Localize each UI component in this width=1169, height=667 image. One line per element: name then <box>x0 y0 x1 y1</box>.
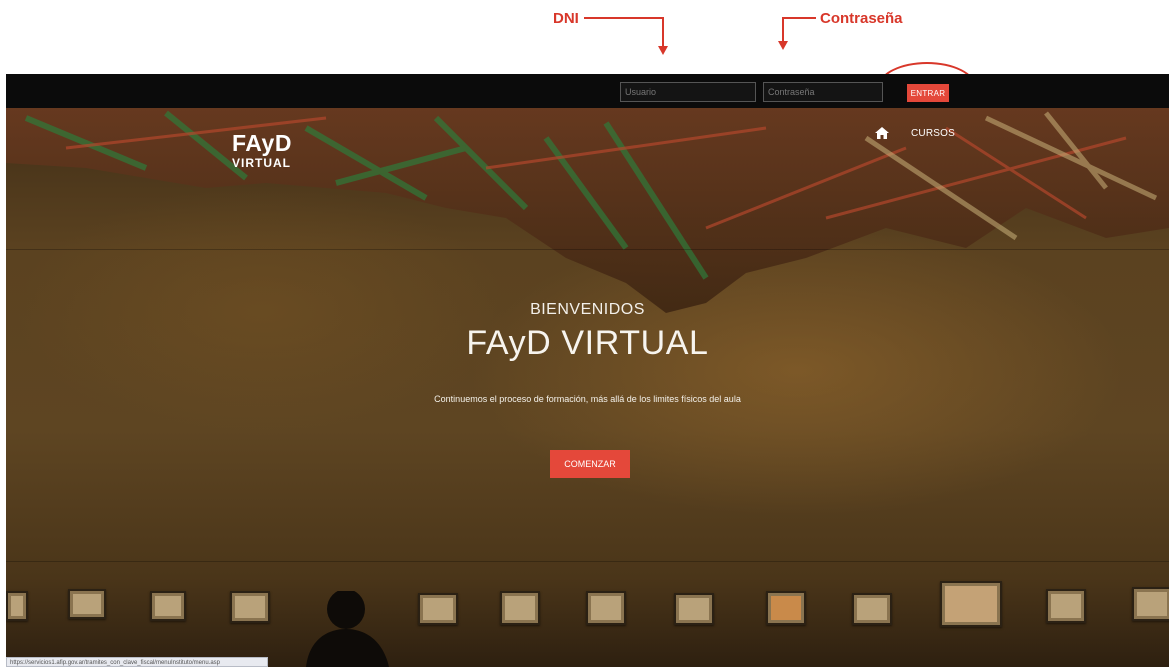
hero-title: FAyD VIRTUAL <box>466 324 709 362</box>
wall-frame <box>150 591 186 621</box>
wall-frames <box>6 579 1169 639</box>
wall-frame <box>674 593 714 625</box>
dni-annotation-line <box>584 17 664 19</box>
password-annotation-label: Contraseña <box>820 10 903 27</box>
wall-frame <box>766 591 806 625</box>
wall-frame <box>68 589 106 619</box>
site-viewport: ENTRAR FAyD VIRTUAL CURSOS BIENVENIDOS F… <box>6 74 1169 667</box>
dni-annotation-label: DNI <box>553 10 579 27</box>
password-arrow-icon <box>778 41 788 50</box>
start-button[interactable]: COMENZAR <box>550 450 630 478</box>
hero-welcome: BIENVENIDOS <box>530 301 645 318</box>
logo-sub-text: VIRTUAL <box>232 156 291 170</box>
wall-frame <box>940 581 1002 627</box>
nav-link-cursos[interactable]: CURSOS <box>911 128 955 139</box>
password-input[interactable] <box>763 82 883 102</box>
enter-button[interactable]: ENTRAR <box>907 84 949 102</box>
wall-frame <box>6 591 28 621</box>
wall-frame <box>1132 587 1169 621</box>
home-icon[interactable] <box>875 127 889 139</box>
username-input[interactable] <box>620 82 756 102</box>
logo-main-text: FAyD <box>232 130 292 156</box>
wall-frame <box>852 593 892 625</box>
password-annotation-line <box>782 17 816 19</box>
wall-frame <box>500 591 540 625</box>
wall-frame <box>418 593 458 625</box>
wall-frame <box>586 591 626 625</box>
password-annotation-line-vertical <box>782 17 784 42</box>
site-logo[interactable]: FAyD VIRTUAL <box>232 131 292 170</box>
status-bar-url: https://servicios1.afip.gov.ar/tramites_… <box>6 657 268 667</box>
main-nav: CURSOS <box>875 127 955 139</box>
wall-seam-lower <box>6 561 1169 562</box>
ceiling-artwork <box>6 108 1169 313</box>
login-bar: ENTRAR <box>6 74 1169 108</box>
hero-description: Continuemos el proceso de formación, más… <box>434 394 741 404</box>
visitor-silhouette <box>306 591 389 667</box>
dni-annotation-line-vertical <box>662 17 664 47</box>
wall-frame <box>230 591 270 623</box>
dni-arrow-icon <box>658 46 668 55</box>
wall-frame <box>1046 589 1086 623</box>
wall-seam <box>6 249 1169 250</box>
